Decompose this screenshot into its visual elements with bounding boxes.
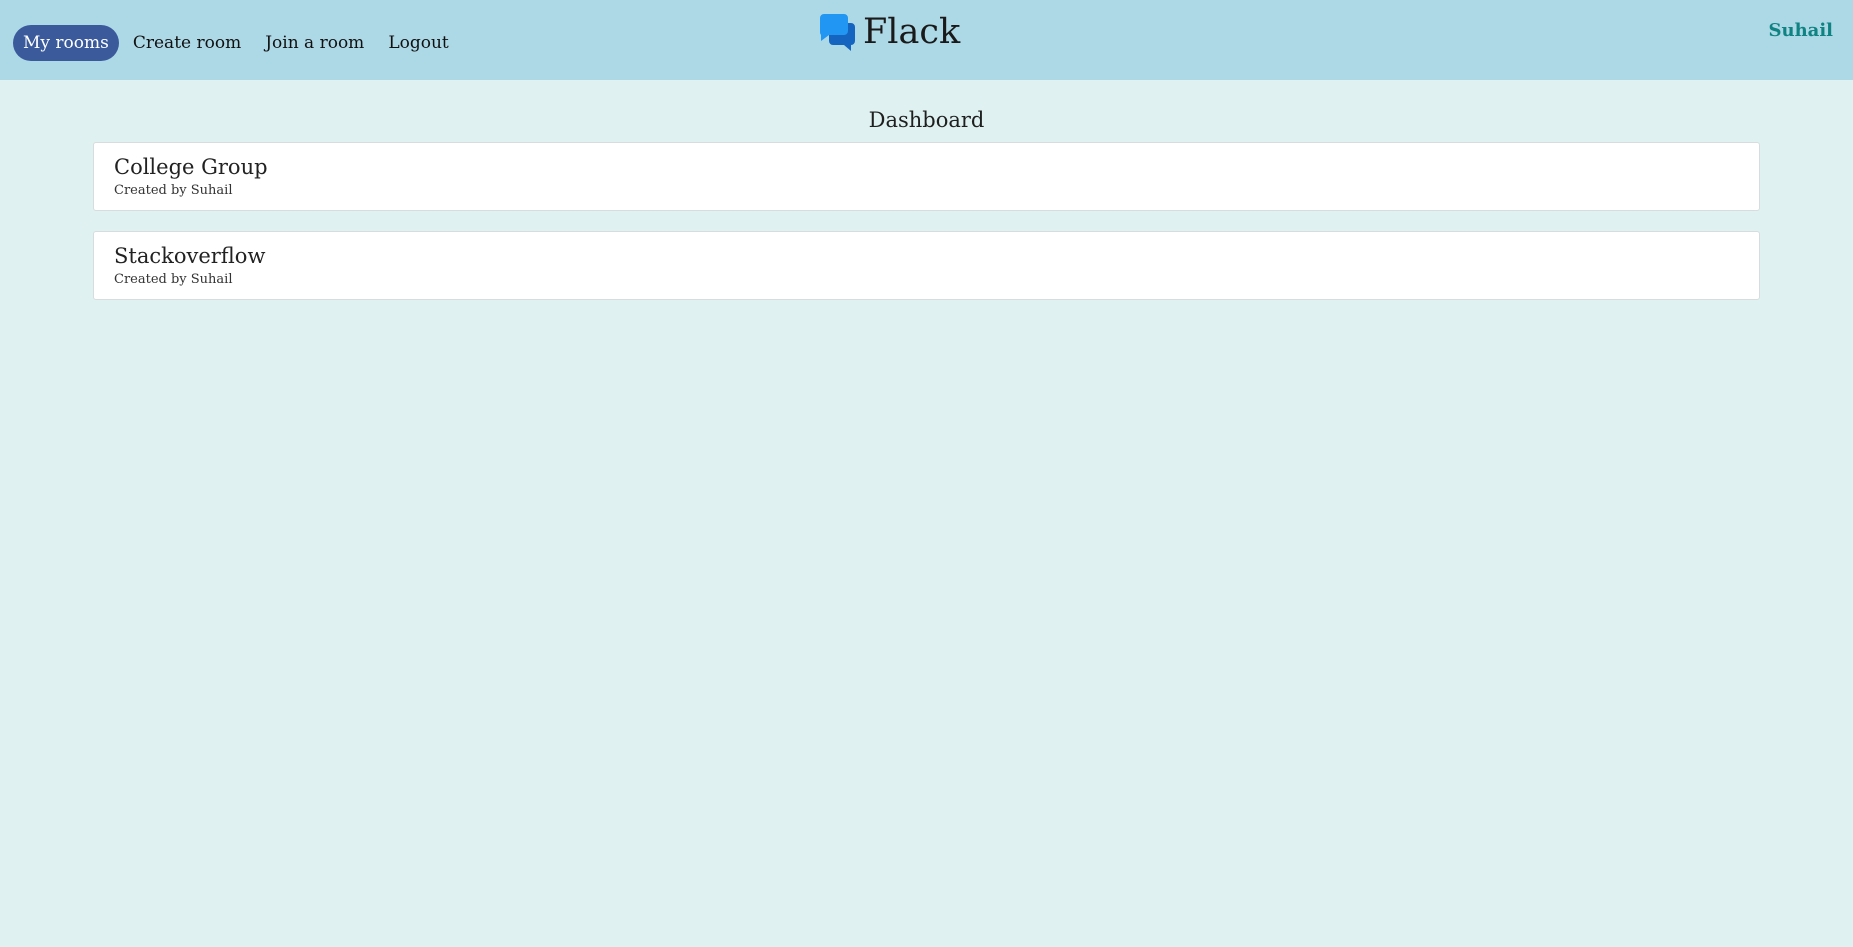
chat-bubbles-icon — [819, 14, 855, 51]
room-card[interactable]: College Group Created by Suhail — [93, 142, 1760, 211]
user-name[interactable]: Suhail — [1768, 20, 1833, 41]
brand[interactable]: Flack — [819, 12, 960, 52]
room-creator: Created by Suhail — [114, 272, 233, 287]
room-card[interactable]: Stackoverflow Created by Suhail — [93, 231, 1760, 300]
nav-my-rooms[interactable]: My rooms — [13, 25, 119, 61]
nav-create-room[interactable]: Create room — [123, 25, 251, 61]
nav-links: My rooms Create room Join a room Logout — [13, 25, 463, 61]
nav-logout[interactable]: Logout — [378, 25, 458, 61]
page-title: Dashboard — [868, 108, 985, 132]
room-creator: Created by Suhail — [114, 183, 233, 198]
nav-join-room[interactable]: Join a room — [255, 25, 374, 61]
room-name: College Group — [114, 155, 268, 179]
room-name: Stackoverflow — [114, 244, 266, 268]
brand-name: Flack — [863, 12, 961, 52]
top-navbar: My rooms Create room Join a room Logout … — [0, 0, 1853, 80]
room-list: College Group Created by Suhail Stackove… — [93, 142, 1760, 320]
